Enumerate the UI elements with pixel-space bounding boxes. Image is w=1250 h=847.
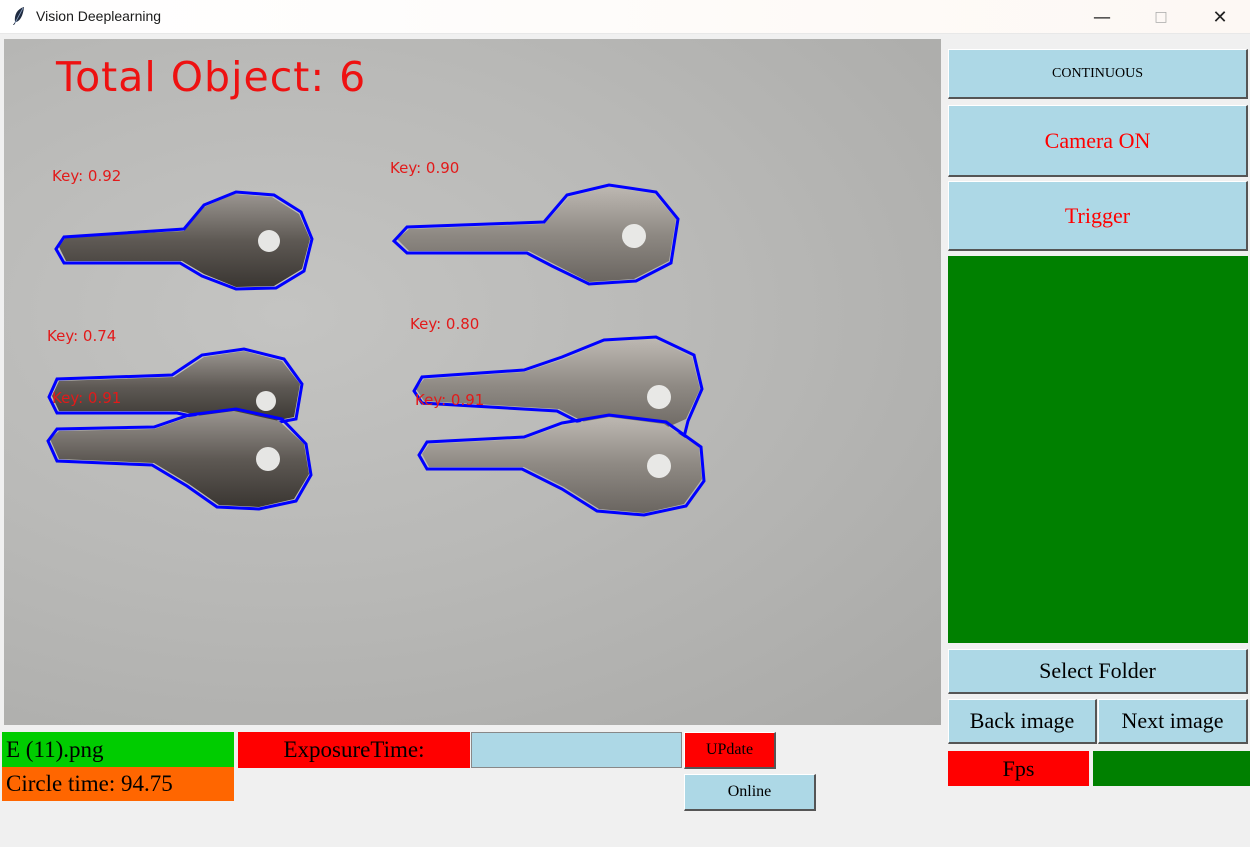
filename-display: E (11).png: [2, 732, 234, 767]
title-bar: Vision Deeplearning — □ ✕: [0, 0, 1250, 34]
detection-label: Key: 0.74: [47, 327, 117, 345]
next-image-button[interactable]: Next image: [1098, 699, 1248, 744]
detection-label: Key: 0.91: [415, 391, 485, 409]
feather-icon: [13, 7, 24, 25]
exposure-time-input[interactable]: [471, 732, 682, 768]
fps-value: [1093, 751, 1250, 786]
continuous-button[interactable]: CONTINUOUS: [948, 49, 1248, 99]
update-button[interactable]: UPdate: [684, 732, 776, 769]
detection-label: Key: 0.90: [390, 159, 460, 177]
close-button[interactable]: ✕: [1191, 0, 1249, 34]
detection-label: Key: 0.91: [52, 389, 122, 407]
window-title: Vision Deeplearning: [36, 8, 162, 24]
maximize-button[interactable]: □: [1132, 0, 1190, 34]
detection-label: Key: 0.92: [52, 167, 122, 185]
select-folder-button[interactable]: Select Folder: [948, 649, 1248, 694]
total-object-count: Total Object: 6: [56, 53, 367, 101]
fps-label: Fps: [948, 751, 1089, 786]
exposure-time-label: ExposureTime:: [238, 732, 470, 768]
back-image-button[interactable]: Back image: [948, 699, 1097, 744]
detection-label: Key: 0.80: [410, 315, 480, 333]
key-object: [54, 190, 314, 291]
key-object: [46, 407, 313, 511]
detection-overlay: [46, 183, 706, 517]
camera-view: Total Object: 6 Key: 0.92 Key: 0.90 Key:…: [4, 39, 941, 725]
minimize-button[interactable]: —: [1073, 0, 1131, 34]
key-object: [417, 413, 706, 517]
trigger-button[interactable]: Trigger: [948, 181, 1248, 251]
key-object: [391, 183, 680, 286]
status-panel: [948, 256, 1248, 643]
circle-time-display: Circle time: 94.75: [2, 767, 234, 801]
online-button[interactable]: Online: [684, 774, 816, 811]
camera-on-button[interactable]: Camera ON: [948, 105, 1248, 177]
